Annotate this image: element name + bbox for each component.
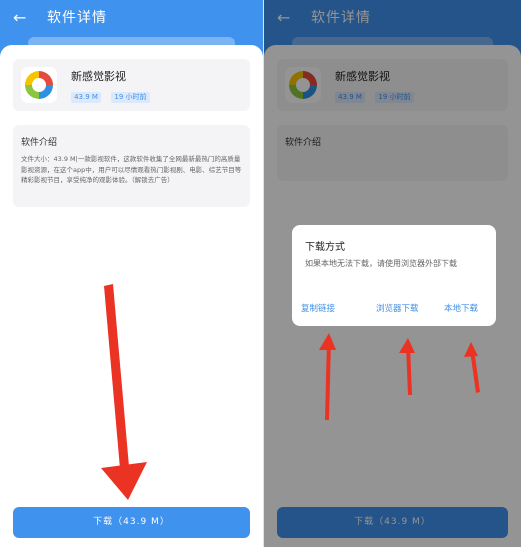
local-download-button[interactable]: 本地下载 xyxy=(444,302,478,314)
page-title: 软件详情 xyxy=(47,10,107,26)
intro-card: 软件介绍 文件大小：43.9 M|一款影视软件，这款软件收集了全网最新最热门的高… xyxy=(13,125,250,207)
size-badge: 43.9 M xyxy=(71,92,101,103)
time-badge: 19 小时前 xyxy=(111,92,150,103)
browser-download-button[interactable]: 浏览器下载 xyxy=(376,302,419,314)
right-screen: ← 软件详情 新感觉影视 43.9 M 19 小时前 软件介绍 下载（43.9 … xyxy=(264,0,521,547)
dialog-title: 下载方式 xyxy=(305,242,345,253)
intro-title: 软件介绍 xyxy=(21,138,58,148)
app-logo-icon xyxy=(21,67,57,103)
download-method-dialog: 下载方式 如果本地无法下载，请使用浏览器外部下载 复制链接 浏览器下载 本地下载 xyxy=(292,225,496,326)
content-sheet xyxy=(0,45,263,547)
app-card: 新感觉影视 43.9 M 19 小时前 xyxy=(13,59,250,111)
intro-body: 文件大小：43.9 M|一款影视软件，这款软件收集了全网最新最热门的高质量影视资… xyxy=(21,155,242,184)
download-button[interactable]: 下载（43.9 M） xyxy=(13,507,250,538)
arrow-left-icon[interactable]: ← xyxy=(13,9,26,27)
copy-link-button[interactable]: 复制链接 xyxy=(301,302,335,314)
left-screen: ← 软件详情 新感觉影视 43.9 M 19 小时前 软件介绍 文件大小：43.… xyxy=(0,0,263,547)
app-name: 新感觉影视 xyxy=(71,70,126,83)
dialog-message: 如果本地无法下载，请使用浏览器外部下载 xyxy=(305,259,457,268)
